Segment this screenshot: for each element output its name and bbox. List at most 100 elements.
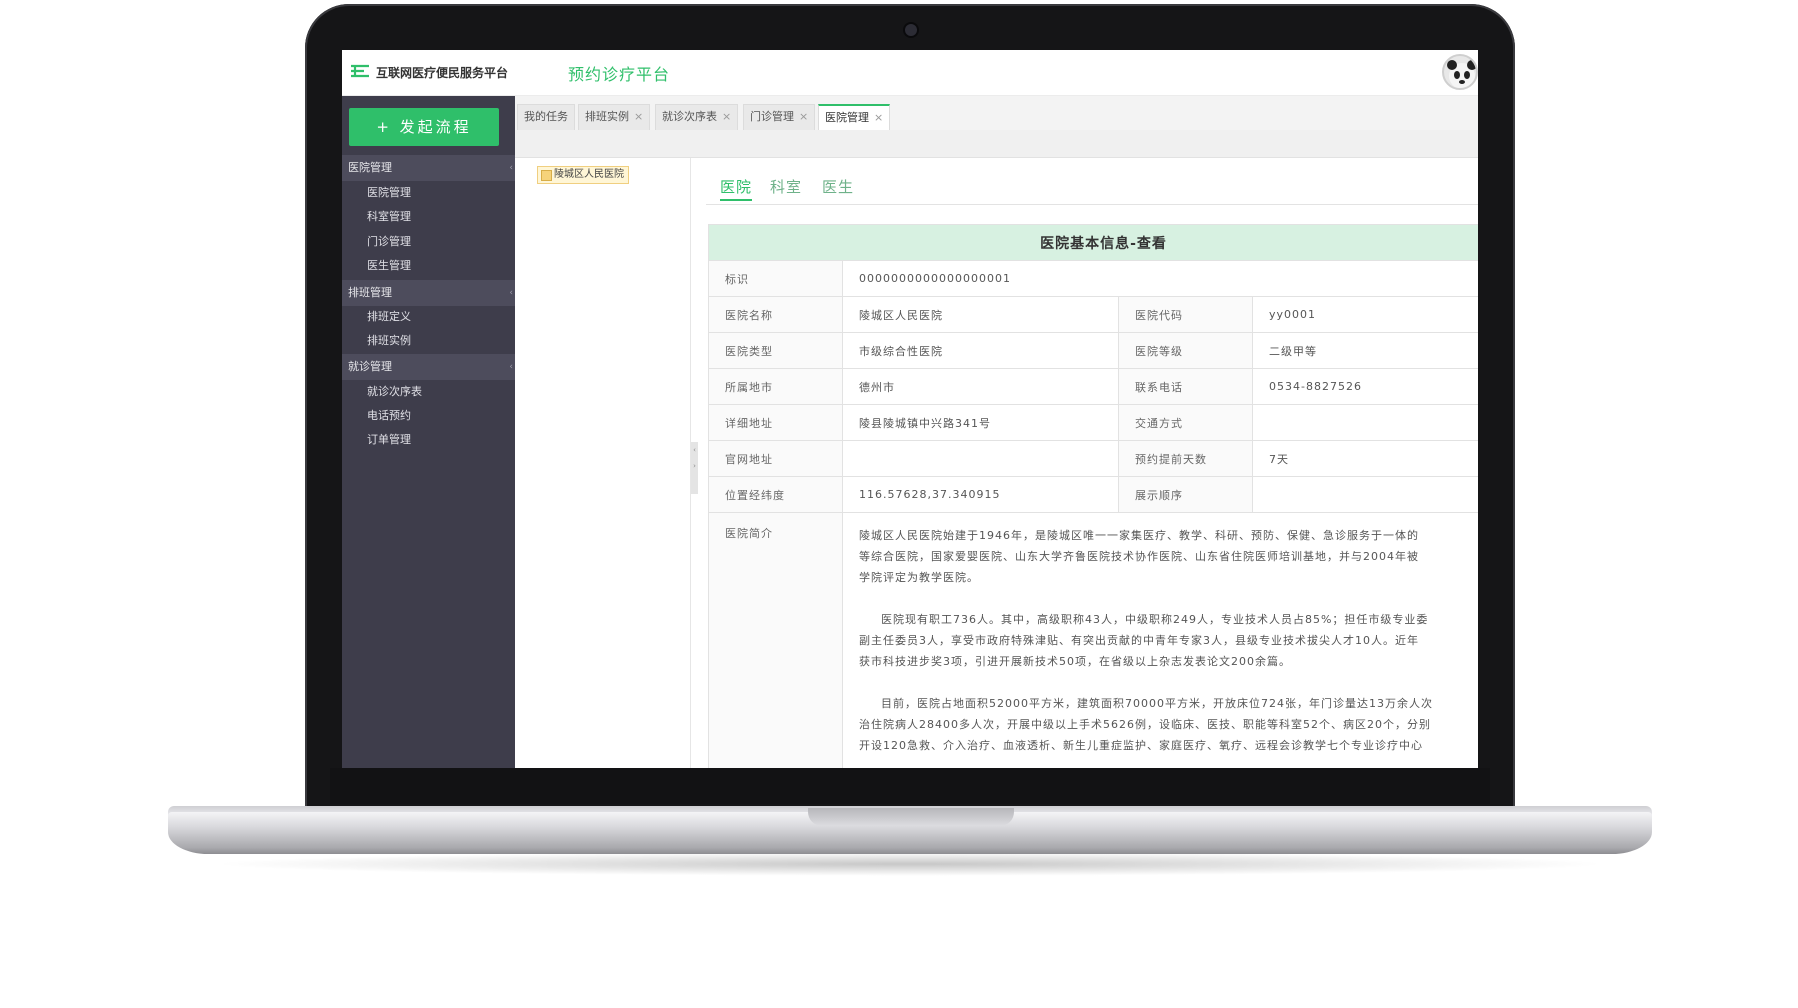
field-label: 位置经纬度 [708,476,843,513]
field-label: 医院代码 [1118,296,1253,333]
chevron-left-icon: ‹ [509,362,513,372]
sidebar-group-label: 就诊管理 [348,360,392,373]
field-label: 预约提前天数 [1118,440,1253,477]
intro-line: 等综合医院，国家爱婴医院、山东大学齐鲁医院技术协作医院、山东省住院医师培训基地，… [859,550,1419,563]
field-label: 交通方式 [1118,404,1253,441]
field-label: 标识 [708,260,843,297]
close-icon[interactable]: × [722,110,731,123]
field-display-order [1252,476,1478,513]
intro-paragraph: 医院现有职工736人。其中，高级职称43人，中级职称249人，专业技术人员占85… [859,609,1478,672]
chevron-left-icon: ‹ [509,163,513,173]
tab-schedule-instance[interactable]: 排班实例 × [578,104,651,130]
field-city: 德州市 [842,368,1119,405]
field-transport [1252,404,1478,441]
field-label: 医院等级 [1118,332,1253,369]
field-hospital-type: 市级综合性医院 [842,332,1119,369]
hospital-tree: 陵城区人民医院 [515,158,691,768]
field-id: 0000000000000000001 [842,260,1478,297]
field-advance-days: 7天 [1252,440,1478,477]
intro-line: 治住院病人28400多人次，开展中级以上手术5626例，设临床、医技、职能等科室… [859,718,1431,731]
panda-avatar-icon [1447,60,1476,88]
field-hospital-name: 陵城区人民医院 [842,296,1119,333]
tab-hospital-management[interactable]: 医院管理 × [818,104,891,130]
laptop-bezel [330,768,1490,804]
intro-paragraph: 目前，医院占地面积52000平方米，建筑面积70000平方米，开放床位724张，… [859,693,1478,756]
sidebar-group-label: 医院管理 [348,161,392,174]
laptop-shadow [210,852,1610,876]
table-row: 详细地址 陵县陵城镇中兴路341号 交通方式 [708,404,1478,441]
field-label: 联系电话 [1118,368,1253,405]
sidebar-group-visits[interactable]: 就诊管理 ‹ [342,354,515,380]
field-label: 所属地市 [708,368,843,405]
close-icon[interactable]: × [874,111,883,124]
sidebar-item-order-management[interactable]: 订单管理 [367,428,507,452]
field-address: 陵县陵城镇中兴路341号 [842,404,1119,441]
intro-line: 陵城区人民医院始建于1946年，是陵城区唯一一家集医疗、教学、科研、预防、保健、… [859,529,1419,542]
panel-collapse-handle[interactable]: ‹ › [691,442,698,494]
tab-label: 我的任务 [524,110,568,123]
close-icon[interactable]: × [634,110,643,123]
toolbar-strip [515,130,1478,158]
intro-line: 副主任委员3人，享受市政府特殊津贴、有突出贡献的中青年专家3人，县级专业技术拔尖… [859,634,1419,647]
table-title: 医院基本信息-查看 [708,224,1478,261]
intro-line: 医院现有职工736人。其中，高级职称43人，中级职称249人，专业技术人员占85… [881,613,1429,626]
start-process-button[interactable]: + 发起流程 [349,108,499,146]
field-hospital-code: yy0001 [1252,296,1478,333]
field-label: 官网地址 [708,440,843,477]
laptop-mockup: 互联网医疗便民服务平台 预约诊疗平台 + 发起流程 医院管理 ‹ 医院管理 科室… [0,0,1798,1008]
tab-my-tasks[interactable]: 我的任务 [517,104,575,130]
logo-icon [351,64,369,78]
table-row: 标识 0000000000000000001 [708,260,1478,297]
tab-doctor[interactable]: 医生 [822,176,854,197]
brand-name: 互联网医疗便民服务平台 [376,66,509,80]
table-row: 官网地址 预约提前天数 7天 [708,440,1478,477]
intro-line: 开设120急救、介入治疗、血液透析、新生儿重症监护、家庭医疗、氧疗、远程会诊教学… [859,739,1423,752]
tab-divider [706,204,1478,205]
sidebar-item-doctor-management[interactable]: 医生管理 [367,254,507,278]
sidebar-item-clinic-management[interactable]: 门诊管理 [367,230,507,254]
field-website [842,440,1119,477]
chevron-left-icon: ‹ [509,288,513,298]
intro-line: 学院评定为教学医院。 [859,571,979,584]
tab-label: 排班实例 [585,110,629,123]
tab-department[interactable]: 科室 [770,176,802,197]
table-row: 位置经纬度 116.57628,37.340915 展示顺序 [708,476,1478,513]
close-icon[interactable]: × [799,110,808,123]
tab-label: 门诊管理 [750,110,794,123]
intro-line: 获市科技进步奖3项，引进开展新技术50项，在省级以上杂志发表论文200余篇。 [859,655,1291,668]
sidebar-item-department-management[interactable]: 科室管理 [367,205,507,229]
tab-visit-order[interactable]: 就诊次序表 × [655,104,739,130]
tab-label: 医院管理 [825,111,869,124]
tree-node-hospital[interactable]: 陵城区人民医院 [537,166,629,184]
table-row: 医院类型 市级综合性医院 医院等级 二级甲等 [708,332,1478,369]
field-label: 医院类型 [708,332,843,369]
app-screen: 互联网医疗便民服务平台 预约诊疗平台 + 发起流程 医院管理 ‹ 医院管理 科室… [342,50,1478,768]
platform-title: 预约诊疗平台 [568,65,671,84]
sidebar-item-hospital-management[interactable]: 医院管理 [367,181,507,205]
intro-paragraph: 陵城区人民医院始建于1946年，是陵城区唯一一家集医疗、教学、科研、预防、保健、… [859,525,1478,588]
sidebar-item-schedule-definition[interactable]: 排班定义 [367,305,507,329]
tab-clinic-management[interactable]: 门诊管理 × [743,104,816,130]
camera-icon [905,24,917,36]
sidebar-item-visit-order[interactable]: 就诊次序表 [367,380,507,404]
sidebar-item-phone-booking[interactable]: 电话预约 [367,404,507,428]
sidebar-item-schedule-instance[interactable]: 排班实例 [367,329,507,353]
detail-panel: 医院 科室 医生 医院基本信息-查看 标识 000000000000000000… [698,158,1478,768]
tab-hospital[interactable]: 医院 [720,176,753,201]
tab-label: 就诊次序表 [662,110,717,123]
avatar[interactable] [1442,54,1478,90]
sidebar-group-hospital[interactable]: 医院管理 ‹ [342,155,515,181]
hospital-info-table: 医院基本信息-查看 标识 0000000000000000001 医院名称 陵城… [708,224,1478,768]
field-phone: 0534-8827526 [1252,368,1478,405]
field-label: 医院名称 [708,296,843,333]
field-label: 详细地址 [708,404,843,441]
table-row: 医院基本信息-查看 [708,224,1478,261]
intro-line: 目前，医院占地面积52000平方米，建筑面积70000平方米，开放床位724张，… [881,697,1433,710]
sidebar-group-scheduling[interactable]: 排班管理 ‹ [342,280,515,306]
laptop-notch [808,808,1014,826]
sidebar-group-label: 排班管理 [348,286,392,299]
table-row: 医院简介 陵城区人民医院始建于1946年，是陵城区唯一一家集医疗、教学、科研、预… [708,512,1478,768]
table-row: 医院名称 陵城区人民医院 医院代码 yy0001 [708,296,1478,333]
field-hospital-grade: 二级甲等 [1252,332,1478,369]
app-header: 互联网医疗便民服务平台 预约诊疗平台 [342,50,1478,96]
